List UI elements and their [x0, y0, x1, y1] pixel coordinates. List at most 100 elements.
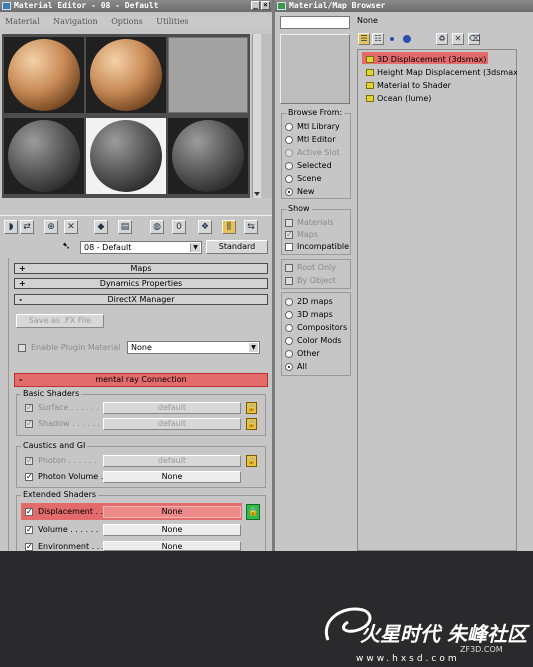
filter-3d-maps[interactable]: [285, 311, 293, 319]
shadow-checkbox[interactable]: ✓: [25, 420, 33, 428]
put-to-scene-icon[interactable]: ⇄: [20, 220, 34, 234]
menu-options[interactable]: Options: [111, 17, 143, 26]
sample-slot-6[interactable]: [168, 118, 248, 194]
radio-new[interactable]: [285, 188, 293, 196]
show-materials-checkbox[interactable]: [285, 219, 293, 227]
material-editor-titlebar[interactable]: Material Editor - 08 - Default _ ×: [0, 0, 272, 12]
sphere-preview: [172, 120, 244, 192]
assign-to-selection-icon[interactable]: ⊕: [44, 220, 58, 234]
filter-other[interactable]: [285, 350, 293, 358]
environment-shader-button[interactable]: None: [103, 541, 241, 551]
shadow-shader-button[interactable]: default: [103, 418, 241, 430]
view-list-icons-icon[interactable]: ☷: [372, 33, 384, 45]
slot-scrollbar[interactable]: [252, 34, 261, 198]
go-forward-to-sibling-icon[interactable]: ⇆: [244, 220, 258, 234]
show-end-result-icon[interactable]: ❖: [198, 220, 212, 234]
map-item-3d-displacement[interactable]: 3D Displacement (3dsmax): [366, 54, 486, 65]
radio-mtl-editor[interactable]: [285, 136, 293, 144]
get-material-icon[interactable]: ◗: [4, 220, 18, 234]
filter-2d-maps[interactable]: [285, 298, 293, 306]
chevron-down-icon: ▼: [190, 243, 200, 252]
menu-navigation[interactable]: Navigation: [53, 17, 97, 26]
put-to-library-icon[interactable]: ▤: [118, 220, 132, 234]
show-maps-checkbox[interactable]: ✓: [285, 231, 293, 239]
watermark-url-hxsd: www.hxsd.com: [356, 654, 460, 664]
radio-mtl-library[interactable]: [285, 123, 293, 131]
by-object-checkbox[interactable]: [285, 277, 293, 285]
material-effects-channel-icon[interactable]: ◍: [150, 220, 164, 234]
view-list-icon[interactable]: ☰: [358, 33, 370, 45]
radio-scene[interactable]: [285, 175, 293, 183]
sample-slot-5-active[interactable]: [86, 118, 166, 194]
sample-slot-3[interactable]: [168, 37, 248, 113]
displacement-lock-icon[interactable]: 🔒: [246, 504, 260, 520]
material-name-dropdown[interactable]: 08 - Default ▼: [80, 241, 202, 254]
plugin-material-dropdown[interactable]: None ▼: [127, 341, 260, 354]
view-small-icons-icon[interactable]: [390, 37, 394, 41]
sample-slot-4[interactable]: [4, 118, 84, 194]
filter-all[interactable]: [285, 363, 293, 371]
photon-volume-shader-button[interactable]: None: [103, 471, 241, 483]
enable-plugin-checkbox[interactable]: [18, 344, 26, 352]
radio-new-label: New: [297, 187, 315, 196]
photon-shader-button[interactable]: default: [103, 455, 241, 467]
close-button[interactable]: ×: [261, 1, 270, 10]
surface-checkbox[interactable]: ✓: [25, 404, 33, 412]
browser-right-margin: [517, 49, 533, 551]
pick-material-eyedropper-icon[interactable]: ➷: [62, 241, 74, 253]
show-maps-label: Maps: [297, 230, 319, 239]
volume-shader-button[interactable]: None: [103, 524, 241, 536]
filter-color-mods[interactable]: [285, 337, 293, 345]
surface-lock-icon[interactable]: 🔒: [246, 402, 257, 414]
scroll-down-arrow-icon[interactable]: [254, 192, 260, 196]
sphere-preview: [90, 120, 162, 192]
map-item-material-to-shader[interactable]: Material to Shader: [366, 80, 451, 91]
photon-volume-checkbox[interactable]: ✓: [25, 473, 33, 481]
displacement-checkbox[interactable]: ✓: [25, 508, 33, 516]
clear-material-library-icon[interactable]: ⌫: [468, 33, 480, 45]
menu-material[interactable]: Material: [5, 17, 40, 26]
displacement-shader-button[interactable]: None: [103, 506, 241, 518]
filter-compositors-label: Compositors: [297, 323, 348, 332]
rollout-maps[interactable]: + Maps: [14, 263, 268, 274]
photon-lock-icon[interactable]: 🔒: [246, 455, 257, 467]
environment-label: Environment . . .: [38, 542, 105, 551]
map-item-height-map[interactable]: Height Map Displacement (3dsmax): [366, 67, 521, 78]
radio-active-slot[interactable]: [285, 149, 293, 157]
go-to-parent-icon[interactable]: ⫼: [222, 220, 236, 234]
basic-shaders-title: Basic Shaders: [21, 389, 82, 399]
volume-checkbox[interactable]: ✓: [25, 526, 33, 534]
update-scene-materials-icon[interactable]: ♻: [436, 33, 448, 45]
caustics-gi-title: Caustics and GI: [21, 441, 88, 451]
photon-checkbox[interactable]: ✓: [25, 457, 33, 465]
save-as-fx-button[interactable]: Save as .FX File: [16, 314, 104, 328]
environment-checkbox[interactable]: ✓: [25, 543, 33, 551]
show-incompatible-label: Incompatible: [297, 242, 350, 251]
menu-utilities[interactable]: Utilities: [156, 17, 188, 26]
reset-map-icon[interactable]: ✕: [64, 220, 78, 234]
browser-name-field[interactable]: [280, 16, 350, 29]
map-browser-titlebar[interactable]: Material/Map Browser: [275, 0, 533, 12]
surface-shader-button[interactable]: default: [103, 402, 241, 414]
sample-slot-1[interactable]: [4, 37, 84, 113]
radio-active-slot-label: Active Slot: [297, 148, 340, 157]
radio-selected[interactable]: [285, 162, 293, 170]
minimize-button[interactable]: _: [251, 1, 260, 10]
sphere-preview: [8, 120, 80, 192]
filter-color-mods-label: Color Mods: [297, 336, 342, 345]
delete-from-library-icon[interactable]: ✕: [452, 33, 464, 45]
material-type-button[interactable]: Standard: [206, 240, 268, 254]
root-only-checkbox[interactable]: [285, 264, 293, 272]
make-unique-icon[interactable]: ◆: [94, 220, 108, 234]
rollout-mental-ray[interactable]: - mental ray Connection: [14, 373, 268, 387]
map-item-ocean[interactable]: Ocean (lume): [366, 93, 431, 104]
filter-compositors[interactable]: [285, 324, 293, 332]
shadow-lock-icon[interactable]: 🔒: [246, 418, 257, 430]
show-incompatible-checkbox[interactable]: [285, 243, 293, 251]
sphere-preview: [90, 39, 162, 111]
view-large-icons-icon[interactable]: [403, 35, 411, 43]
rollout-dynamics[interactable]: + Dynamics Properties: [14, 278, 268, 289]
rollout-directx[interactable]: - DirectX Manager: [14, 294, 268, 305]
sample-slot-2[interactable]: [86, 37, 166, 113]
show-map-in-viewport-icon[interactable]: 0: [172, 220, 186, 234]
